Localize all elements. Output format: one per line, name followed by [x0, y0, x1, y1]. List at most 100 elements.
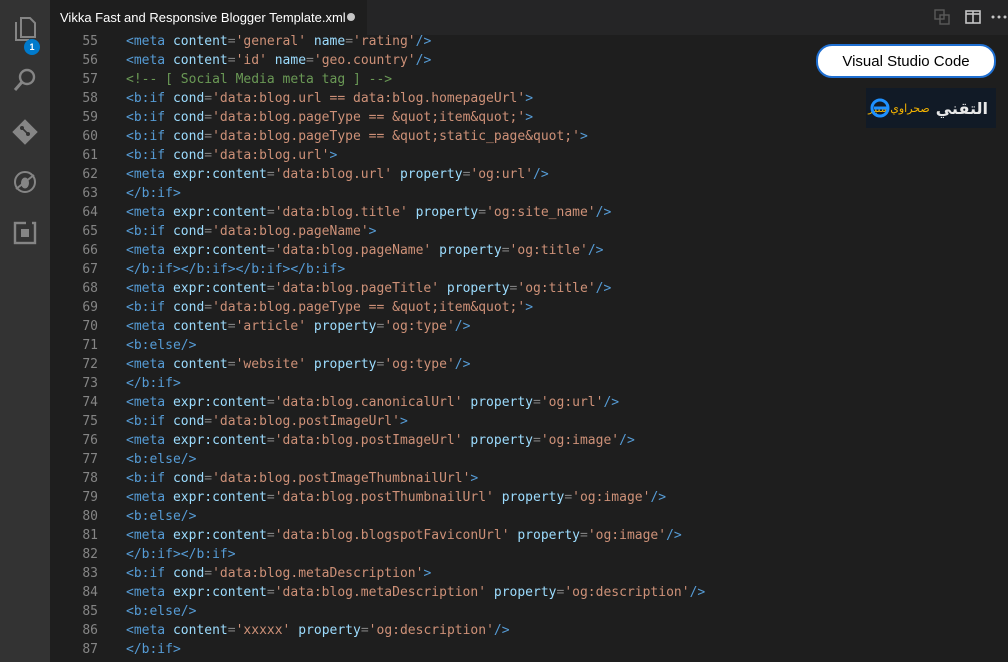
code-line[interactable]: 70 <meta content='article' property='og:t…: [50, 317, 1008, 336]
line-number: 80: [82, 509, 98, 524]
code-token: =: [533, 395, 541, 410]
code-line[interactable]: 80 <b:else/>: [50, 507, 1008, 526]
brand-e-icon: [870, 98, 890, 118]
tab-bar: Vikka Fast and Responsive Blogger Templa…: [50, 0, 1008, 35]
code-line[interactable]: 64 <meta expr:content='data:blog.title' p…: [50, 203, 1008, 222]
code-token: =: [579, 528, 588, 543]
code-text: <meta content='website' property='og:typ…: [126, 355, 470, 374]
code-token: property: [470, 395, 534, 410]
code-line[interactable]: 79 <meta expr:content='data:blog.postThum…: [50, 488, 1008, 507]
tab-active[interactable]: Vikka Fast and Responsive Blogger Templa…: [50, 0, 367, 35]
code-line[interactable]: 68 <meta expr:content='data:blog.pageTitl…: [50, 279, 1008, 298]
explorer-badge: 1: [24, 39, 40, 55]
code-line[interactable]: 83 <b:if cond='data:blog.metaDescription'…: [50, 564, 1008, 583]
code-editor[interactable]: 55 <meta content='general' name='rating'/…: [50, 35, 1008, 662]
code-line[interactable]: 65 <b:if cond='data:blog.pageName'>: [50, 222, 1008, 241]
code-line[interactable]: 61 <b:if cond='data:blog.url'>: [50, 146, 1008, 165]
code-text: <b:if cond='data:blog.pageName'>: [126, 222, 376, 241]
code-token: expr:content: [172, 281, 267, 296]
code-line[interactable]: 66 <meta expr:content='data:blog.pageName…: [50, 241, 1008, 260]
code-line[interactable]: 63 </b:if>: [50, 184, 1008, 203]
code-token: <!-- [ Social Media meta tag ] -->: [126, 72, 393, 87]
line-number: 60: [82, 129, 98, 144]
code-line[interactable]: 81 <meta expr:content='data:blog.blogspot…: [50, 526, 1008, 545]
code-token: 'og:type': [384, 319, 455, 334]
code-line[interactable]: 72 <meta content='website' property='og:t…: [50, 355, 1008, 374]
code-line[interactable]: 67 </b:if></b:if></b:if></b:if>: [50, 260, 1008, 279]
code-token: <meta: [126, 357, 173, 372]
code-text: <b:if cond='data:blog.pageType == &quot;…: [126, 108, 533, 127]
code-token: <b:if: [126, 414, 173, 429]
code-text: <b:if cond='data:blog.metaDescription'>: [126, 564, 431, 583]
line-number: 71: [82, 338, 98, 353]
code-text: <meta expr:content='data:blog.postThumbn…: [126, 488, 666, 507]
code-token: =: [266, 243, 275, 258]
search-icon[interactable]: [0, 61, 50, 99]
code-text: <!-- [ Social Media meta tag ] -->: [126, 70, 392, 89]
code-token: />: [595, 281, 612, 296]
code-token: <meta: [126, 243, 173, 258]
split-editor-icon[interactable]: [964, 8, 982, 26]
code-line[interactable]: 69 <b:if cond='data:blog.pageType == &quo…: [50, 298, 1008, 317]
code-token: <b:else/>: [126, 509, 197, 524]
line-number: 66: [82, 243, 98, 258]
code-text: <meta content='xxxxx' property='og:descr…: [126, 621, 510, 640]
code-token: =: [204, 129, 213, 144]
code-token: />: [587, 243, 604, 258]
code-line[interactable]: 85 <b:else/>: [50, 602, 1008, 621]
code-token: 'og:description': [564, 585, 690, 600]
line-number: 61: [82, 148, 98, 163]
code-token: />: [415, 35, 432, 49]
code-token: name: [274, 53, 307, 68]
source-control-icon[interactable]: [0, 113, 50, 151]
code-token: =: [227, 357, 236, 372]
code-line[interactable]: 71 <b:else/>: [50, 336, 1008, 355]
open-changes-icon[interactable]: [933, 8, 951, 26]
code-line[interactable]: 87 </b:if>: [50, 640, 1008, 659]
code-line[interactable]: 58 <b:if cond='data:blog.url == data:blog…: [50, 89, 1008, 108]
code-token: cond: [172, 300, 205, 315]
code-text: <b:if cond='data:blog.url == data:blog.h…: [126, 89, 533, 108]
code-line[interactable]: 62 <meta expr:content='data:blog.url' pro…: [50, 165, 1008, 184]
debug-icon[interactable]: [0, 163, 50, 201]
code-line[interactable]: 78 <b:if cond='data:blog.postImageThumbna…: [50, 469, 1008, 488]
code-token: cond: [172, 224, 205, 239]
code-token: </b:if>: [126, 376, 181, 391]
line-number: 57: [82, 72, 98, 87]
code-token: 'data:blog.pageType == &quot;static_page…: [212, 129, 580, 144]
code-token: 'data:blog.metaDescription': [212, 566, 424, 581]
more-actions-icon[interactable]: [990, 8, 1008, 26]
code-text: <b:else/>: [126, 336, 196, 355]
code-token: =: [204, 566, 213, 581]
code-token: <meta: [126, 205, 173, 220]
code-token: 'rating': [353, 35, 416, 49]
code-line[interactable]: 75 <b:if cond='data:blog.postImageUrl'>: [50, 412, 1008, 431]
code-token: >: [525, 110, 534, 125]
code-line[interactable]: 76 <meta expr:content='data:blog.postImag…: [50, 431, 1008, 450]
code-token: 'data:blog.metaDescription': [274, 585, 487, 600]
code-line[interactable]: 73 </b:if>: [50, 374, 1008, 393]
code-line[interactable]: 74 <meta expr:content='data:blog.canonica…: [50, 393, 1008, 412]
code-line[interactable]: 86 <meta content='xxxxx' property='og:des…: [50, 621, 1008, 640]
code-token: 'xxxxx': [235, 623, 291, 638]
line-number: 55: [82, 35, 98, 49]
code-line[interactable]: 77 <b:else/>: [50, 450, 1008, 469]
code-token: property: [446, 281, 510, 296]
code-line[interactable]: 82 </b:if></b:if>: [50, 545, 1008, 564]
code-token: =: [204, 110, 213, 125]
code-token: <meta: [126, 53, 173, 68]
code-token: 'data:blog.pageTitle': [274, 281, 440, 296]
line-number: 79: [82, 490, 98, 505]
code-token: =: [533, 433, 541, 448]
code-line[interactable]: 84 <meta expr:content='data:blog.metaDesc…: [50, 583, 1008, 602]
unsaved-dot-icon[interactable]: [347, 13, 355, 21]
code-line[interactable]: 60 <b:if cond='data:blog.pageType == &quo…: [50, 127, 1008, 146]
explorer-icon[interactable]: 1: [0, 10, 50, 55]
code-token: 'og:type': [384, 357, 455, 372]
line-number: 82: [82, 547, 98, 562]
code-text: </b:if>: [126, 640, 181, 659]
line-number: 67: [82, 262, 98, 277]
extensions-icon[interactable]: [0, 214, 50, 252]
code-line[interactable]: 59 <b:if cond='data:blog.pageType == &quo…: [50, 108, 1008, 127]
